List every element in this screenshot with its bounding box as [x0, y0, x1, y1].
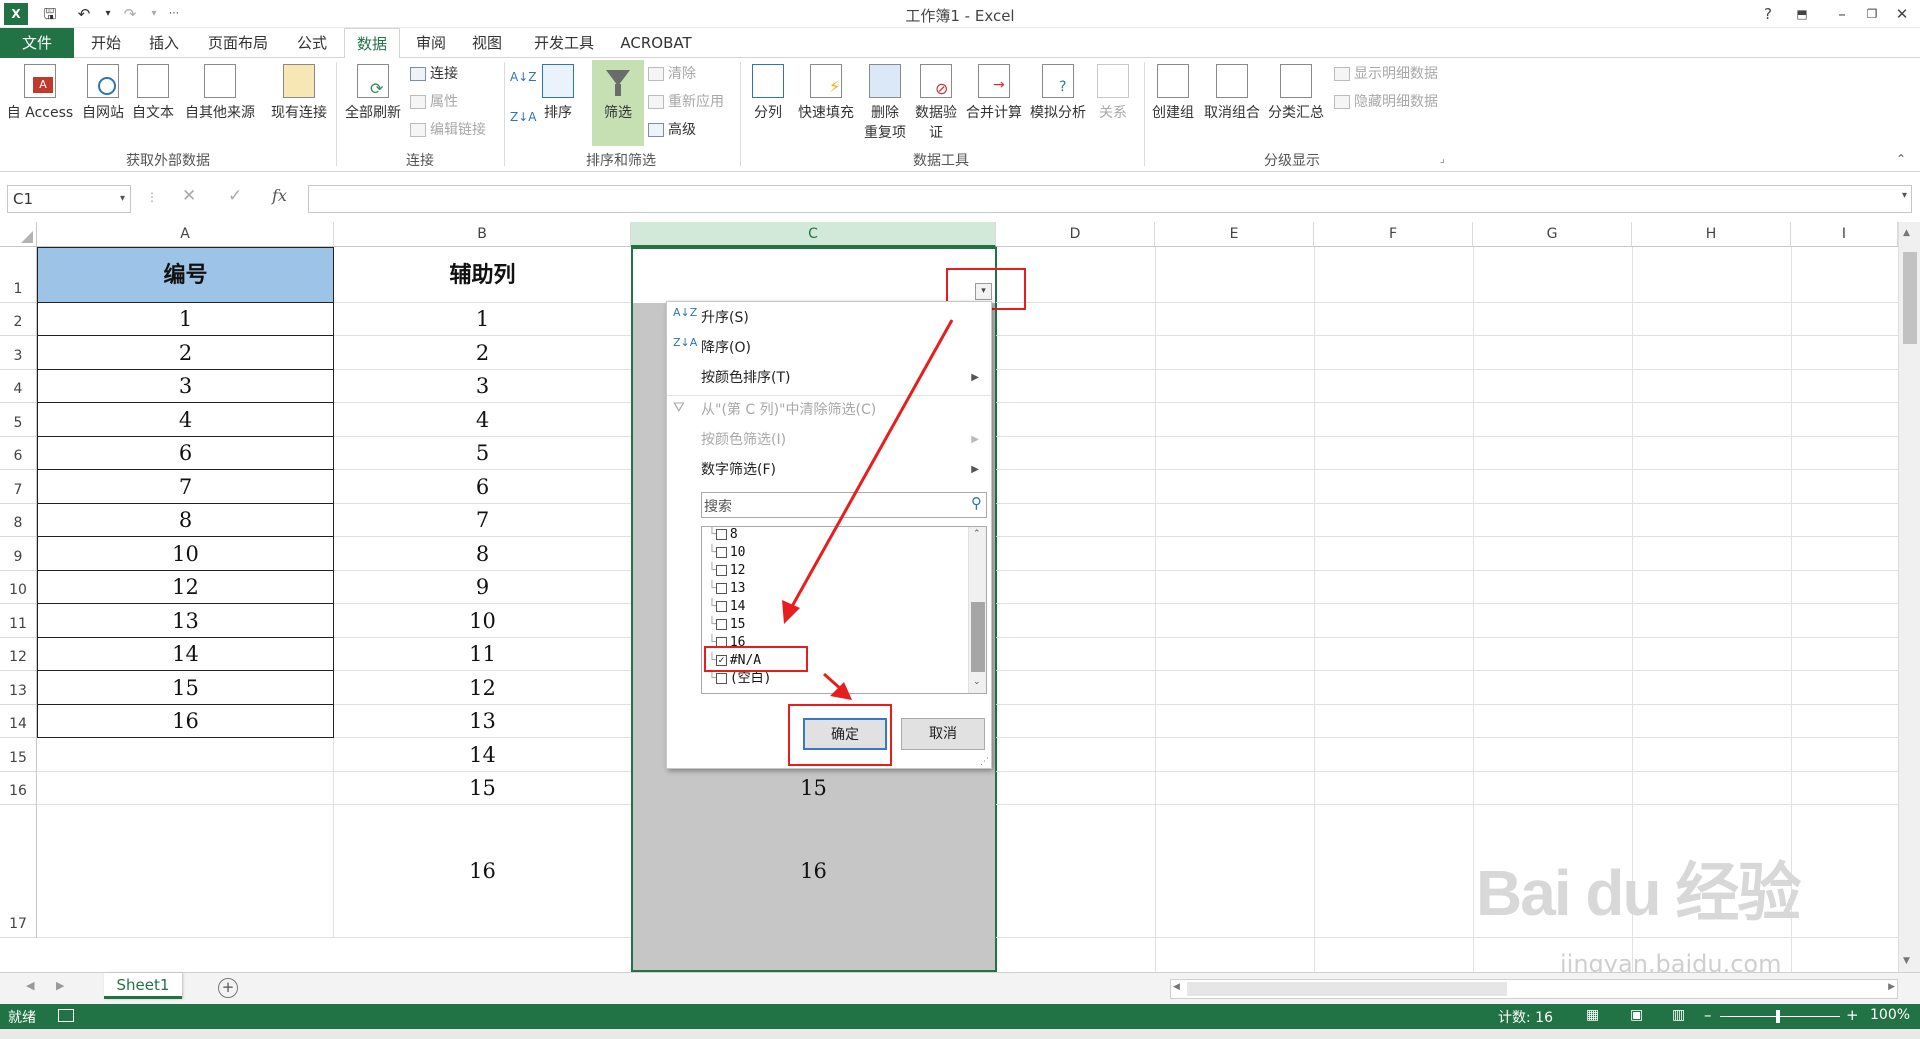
- status-count: 计数: 16: [1498, 1010, 1553, 1026]
- macro-record-icon[interactable]: [58, 1009, 74, 1022]
- normal-view-icon[interactable]: ▦: [1586, 1007, 1599, 1023]
- zoom-in-icon[interactable]: +: [1846, 1006, 1859, 1024]
- sheet-tab-sheet1[interactable]: Sheet1: [104, 973, 182, 999]
- zoom-slider-thumb[interactable]: [1776, 1010, 1780, 1023]
- status-bar: 就绪 计数: 16 ▦ ▣ ▥ – + 100%: [0, 1004, 1920, 1029]
- baidu-watermark-logo: Bai du 经验: [1476, 857, 1801, 929]
- sheet-tab-bar: ◀ ▶ Sheet1 + ⋮ ◀ ▶: [0, 972, 1920, 1004]
- next-sheet-icon[interactable]: ▶: [56, 979, 64, 992]
- zoom-out-icon[interactable]: –: [1704, 1006, 1712, 1024]
- page-layout-view-icon[interactable]: ▣: [1630, 1007, 1643, 1023]
- taskbar-strip: [0, 1029, 1920, 1039]
- status-ready: 就绪: [8, 1010, 36, 1026]
- page-break-view-icon[interactable]: ▥: [1672, 1007, 1685, 1023]
- add-sheet-icon[interactable]: +: [218, 978, 238, 998]
- zoom-level[interactable]: 100%: [1870, 1007, 1910, 1023]
- prev-sheet-icon[interactable]: ◀: [26, 979, 34, 992]
- annotation-arrow-line-1: [788, 319, 954, 611]
- scroll-left-icon[interactable]: ◀: [1173, 982, 1180, 992]
- scroll-right-icon[interactable]: ▶: [1888, 982, 1895, 992]
- horizontal-scroll-thumb[interactable]: [1187, 982, 1507, 996]
- annotation-arrowhead-1: [782, 600, 800, 624]
- zoom-slider-track[interactable]: [1720, 1016, 1840, 1017]
- horizontal-scrollbar[interactable]: ◀ ▶: [1170, 979, 1898, 999]
- annotation-arrowhead-2: [830, 682, 852, 700]
